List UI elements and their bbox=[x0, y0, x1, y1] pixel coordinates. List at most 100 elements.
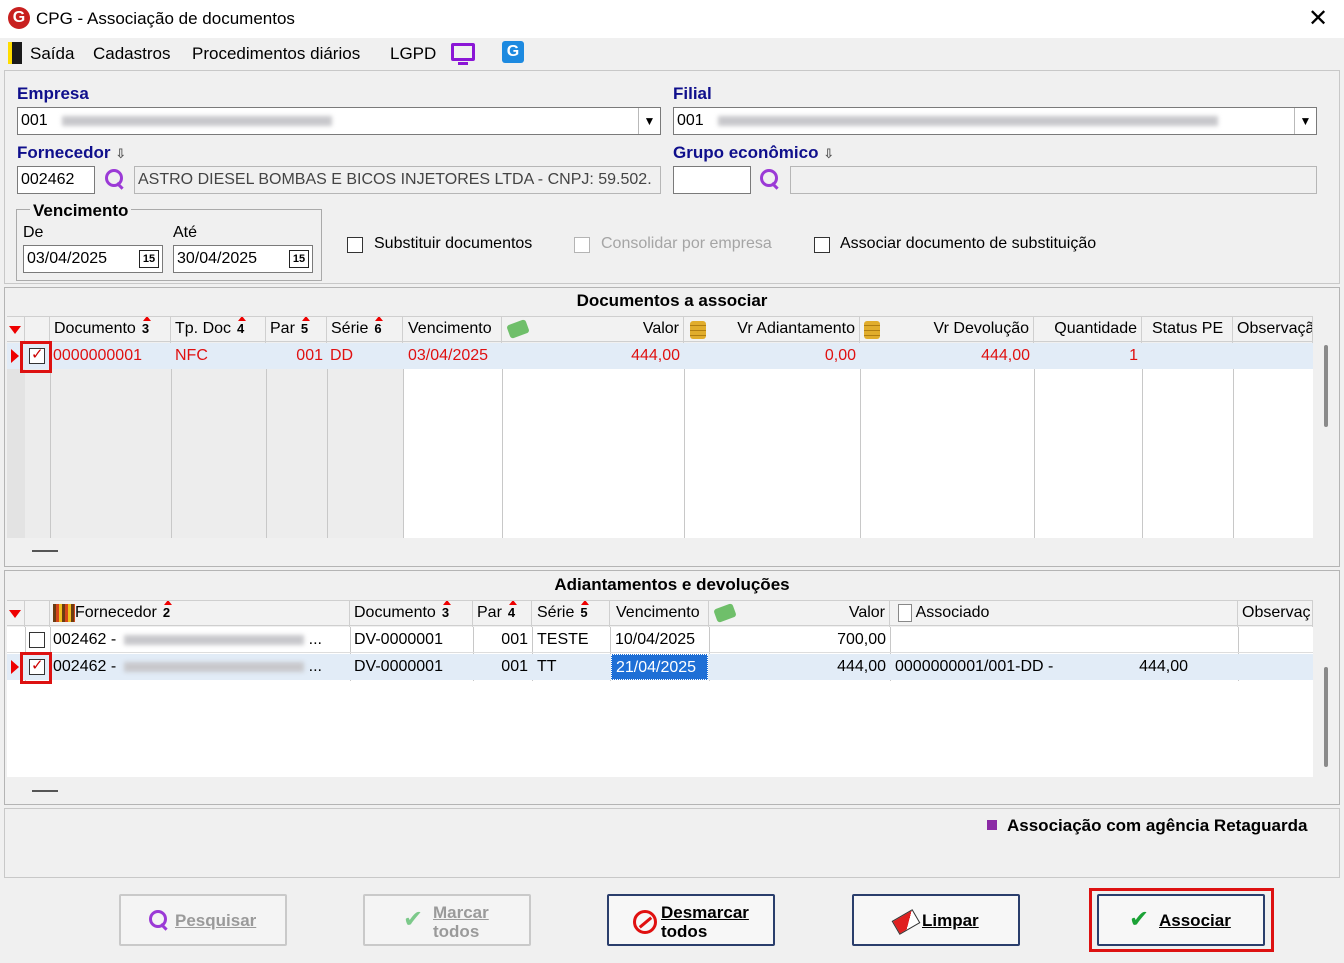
col-vencimento[interactable]: Vencimento bbox=[610, 601, 709, 627]
cell-documento: 0000000001 bbox=[53, 347, 142, 364]
col-documento[interactable]: Documento 3 bbox=[50, 317, 171, 343]
cell-valor: 444,00 bbox=[837, 658, 886, 675]
limpar-button[interactable]: Limpar bbox=[852, 894, 1020, 946]
consolidar-empresa-checkbox[interactable] bbox=[574, 237, 590, 253]
fixed-columns-area bbox=[50, 343, 403, 538]
highlight-box bbox=[20, 341, 52, 373]
grupo-code-input[interactable] bbox=[673, 166, 751, 194]
fornecedor-code-input[interactable]: 002462 bbox=[17, 166, 95, 194]
date-ate-input[interactable]: 30/04/2025 15 bbox=[173, 245, 313, 273]
cell-quantidade: 1 bbox=[1129, 347, 1138, 364]
money-icon bbox=[713, 603, 737, 623]
fornecedor-name-blurred bbox=[124, 661, 305, 672]
table-row[interactable]: 0000000001 NFC 001 DD 03/04/2025 444,00 … bbox=[7, 343, 1313, 369]
app-g-icon[interactable]: G bbox=[502, 41, 524, 63]
associar-substituicao-checkbox[interactable] bbox=[814, 237, 830, 253]
substituir-documentos-checkbox[interactable] bbox=[347, 237, 363, 253]
date-de-value: 03/04/2025 bbox=[27, 250, 108, 267]
vencimento-label: Vencimento bbox=[30, 201, 132, 221]
col-fornecedor[interactable]: Fornecedor 2 bbox=[50, 601, 350, 627]
chevron-down-icon[interactable]: ▼ bbox=[1294, 108, 1316, 134]
col-vr-adiantamento[interactable]: Vr Adiantamento bbox=[684, 317, 860, 343]
cell-par: 001 bbox=[296, 347, 323, 364]
de-label: De bbox=[23, 224, 44, 241]
col-associado[interactable]: Associado bbox=[890, 601, 1238, 627]
col-vr-devolucao[interactable]: Vr Devolução bbox=[860, 317, 1034, 343]
cell-par: 001 bbox=[501, 631, 528, 648]
cell-documento: DV-0000001 bbox=[354, 658, 443, 675]
col-documento[interactable]: Documento 3 bbox=[350, 601, 473, 627]
col-vencimento[interactable]: Vencimento bbox=[403, 317, 502, 343]
row-select-checkbox[interactable] bbox=[29, 632, 45, 648]
cell-vr-adiantamento: 0,00 bbox=[824, 347, 856, 364]
limpar-label: Limpar bbox=[922, 911, 979, 930]
documentos-grid-body: 0000000001 NFC 001 DD 03/04/2025 444,00 … bbox=[7, 343, 1313, 538]
calendar-icon[interactable]: 15 bbox=[289, 250, 309, 268]
col-tp-doc[interactable]: Tp. Doc 4 bbox=[171, 317, 266, 343]
filial-select[interactable]: 001 ▼ bbox=[673, 107, 1317, 135]
fornecedor-name-field: ASTRO DIESEL BOMBAS E BICOS INJETORES LT… bbox=[134, 166, 661, 194]
monitor-icon[interactable] bbox=[451, 43, 475, 65]
table-row[interactable]: 002462 - ... DV-0000001 001 TESTE 10/04/… bbox=[7, 627, 1313, 653]
col-serie[interactable]: Série 5 bbox=[532, 601, 610, 627]
legend-text: Associação com agência Retaguarda bbox=[1007, 816, 1308, 835]
coins-icon bbox=[864, 321, 880, 339]
close-icon[interactable]: ✕ bbox=[1303, 4, 1333, 34]
sort-indicator[interactable] bbox=[7, 317, 25, 343]
calendar-icon[interactable]: 15 bbox=[139, 250, 159, 268]
col-status-pe[interactable]: Status PE bbox=[1142, 317, 1233, 343]
col-serie[interactable]: Série 6 bbox=[327, 317, 403, 343]
menu-procedimentos-diarios[interactable]: Procedimentos diários bbox=[192, 44, 360, 64]
documentos-grid-title: Documentos a associar bbox=[576, 291, 768, 310]
grupo-economico-label: Grupo econômico ⇩ bbox=[673, 143, 835, 162]
filter-arrow-icon: ⇩ bbox=[115, 146, 127, 161]
date-de-input[interactable]: 03/04/2025 15 bbox=[23, 245, 163, 273]
eraser-icon bbox=[891, 909, 921, 935]
search-icon[interactable] bbox=[105, 169, 125, 189]
cell-associado: 0000000001/001-DD - bbox=[895, 658, 1054, 675]
sort-indicator[interactable] bbox=[7, 601, 25, 627]
associar-button[interactable]: Associar bbox=[1097, 894, 1265, 946]
window-title: CPG - Associação de documentos bbox=[36, 9, 295, 28]
col-valor[interactable]: Valor bbox=[709, 601, 890, 627]
vertical-scrollbar[interactable] bbox=[1324, 667, 1328, 767]
select-column-header[interactable] bbox=[25, 317, 50, 343]
cell-serie: TESTE bbox=[537, 631, 589, 648]
fornecedor-name-blurred bbox=[124, 634, 305, 645]
consolidar-empresa-label: Consolidar por empresa bbox=[601, 235, 772, 252]
filial-label: Filial bbox=[673, 84, 712, 103]
marcar-todos-button[interactable]: Marcartodos bbox=[363, 894, 531, 946]
table-row[interactable]: 002462 - ... DV-0000001 001 TT 21/04/202… bbox=[7, 654, 1313, 680]
menu-saida[interactable]: Saída bbox=[30, 44, 74, 64]
search-icon[interactable] bbox=[760, 169, 780, 189]
footer-dash bbox=[32, 550, 58, 552]
col-par[interactable]: Par 5 bbox=[266, 317, 327, 343]
col-observacao[interactable]: Observaç bbox=[1238, 601, 1313, 627]
vertical-scrollbar[interactable] bbox=[1324, 345, 1328, 427]
footer-dash bbox=[32, 790, 58, 792]
associar-label: Associar bbox=[1159, 911, 1231, 930]
menu-cadastros[interactable]: Cadastros bbox=[93, 44, 170, 64]
desmarcar-todos-button[interactable]: Desmarcar todos bbox=[607, 894, 775, 946]
col-valor[interactable]: Valor bbox=[502, 317, 684, 343]
col-quantidade[interactable]: Quantidade bbox=[1034, 317, 1142, 343]
cell-vencimento: 10/04/2025 bbox=[615, 631, 696, 648]
cell-serie: TT bbox=[537, 658, 557, 675]
cell-vencimento-selected[interactable]: 21/04/2025 bbox=[611, 654, 708, 680]
date-ate-value: 30/04/2025 bbox=[177, 250, 258, 267]
filter-arrow-icon: ⇩ bbox=[823, 146, 835, 161]
empresa-select[interactable]: 001 ▼ bbox=[17, 107, 661, 135]
menu-lgpd[interactable]: LGPD bbox=[390, 44, 436, 64]
cell-documento: DV-0000001 bbox=[354, 631, 443, 648]
pesquisar-button[interactable]: Pesquisar bbox=[119, 894, 287, 946]
cancel-icon bbox=[633, 910, 657, 934]
adiantamentos-grid-header: Fornecedor 2 Documento 3 Par 4 Série 5 Venci… bbox=[7, 600, 1313, 627]
cell-associado bbox=[895, 627, 1095, 653]
empresa-code: 001 bbox=[21, 112, 48, 129]
chevron-down-icon[interactable]: ▼ bbox=[638, 108, 660, 134]
col-par[interactable]: Par 4 bbox=[473, 601, 532, 627]
col-observacao[interactable]: Observaçã bbox=[1233, 317, 1313, 343]
select-column-header[interactable] bbox=[25, 601, 50, 627]
exit-door-icon[interactable] bbox=[8, 42, 22, 64]
cell-par: 001 bbox=[501, 658, 528, 675]
